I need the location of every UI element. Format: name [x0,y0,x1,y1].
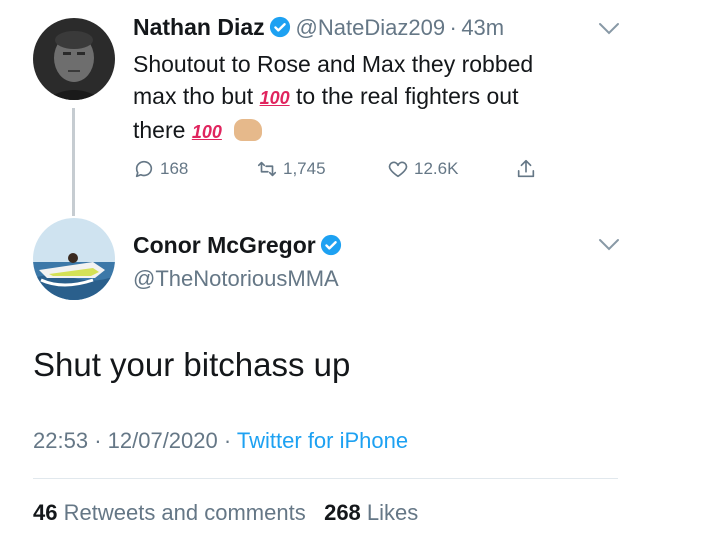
tweet2-text: Shut your bitchass up [33,346,351,383]
share-button[interactable] [515,158,537,180]
fist-bump-icon [234,119,263,141]
tweet2-chevron-down-icon[interactable] [598,238,620,257]
tweet2-author-name[interactable]: Conor McGregor [133,232,316,258]
share-icon [517,159,535,178]
tweet1-handle[interactable]: @NateDiaz209 [296,15,446,40]
heart-icon [388,161,408,178]
divider [33,478,618,479]
tweet2-meta: 22:53 · 12/07/2020 · Twitter for iPhone [33,428,409,453]
retweets-stat[interactable]: 46 Retweets and comments [33,500,312,525]
reply-icon [135,160,153,178]
tweet2-time: 22:53 [33,428,89,453]
verified-badge-icon [269,16,291,38]
hundred-points-icon: 100 [259,88,290,108]
retweet-icon [257,161,277,177]
tweet2-date: 12/07/2020 [107,428,218,453]
tweet2-handle[interactable]: @TheNotoriousMMA [133,266,339,292]
avatar-nathan-diaz[interactable] [33,18,115,100]
retweet-count: 1,745 [283,159,326,178]
tweet2-author-block: Conor McGregor [133,232,342,259]
tweet1-text-line3: there 100 [133,114,603,148]
verified-badge-icon [320,234,342,256]
reply-button[interactable]: 168 [133,158,188,180]
tweet1-text-line2: max tho but 100 to the real fighters out [133,83,519,109]
tweet1-text-line1: Shoutout to Rose and Max they robbed [133,51,534,77]
tweet1-time[interactable]: 43m [461,15,504,40]
tweet1-author-name[interactable]: Nathan Diaz [133,14,265,40]
likes-stat[interactable]: 268 Likes [324,500,418,525]
tweet1-text: Shoutout to Rose and Max they robbed max… [133,48,603,148]
like-button[interactable]: 12.6K [387,158,458,180]
retweet-button[interactable]: 1,745 [256,158,326,180]
tweet1-chevron-down-icon[interactable] [598,22,620,41]
tweet1-actions-bar: 168 1,745 12.6K [133,158,553,184]
reply-count: 168 [160,159,189,178]
tweet1-dot: · [449,15,457,40]
tweet1-header: Nathan Diaz @NateDiaz209 · 43m [133,14,504,41]
like-count: 12.6K [414,159,459,178]
hundred-points-icon: 100 [191,122,222,142]
tweet2-source-link[interactable]: Twitter for iPhone [237,428,408,453]
tweet2-stats: 46 Retweets and comments 268 Likes [33,500,418,526]
avatar-conor-mcgregor[interactable] [33,218,115,300]
thread-connector-line [72,108,75,216]
